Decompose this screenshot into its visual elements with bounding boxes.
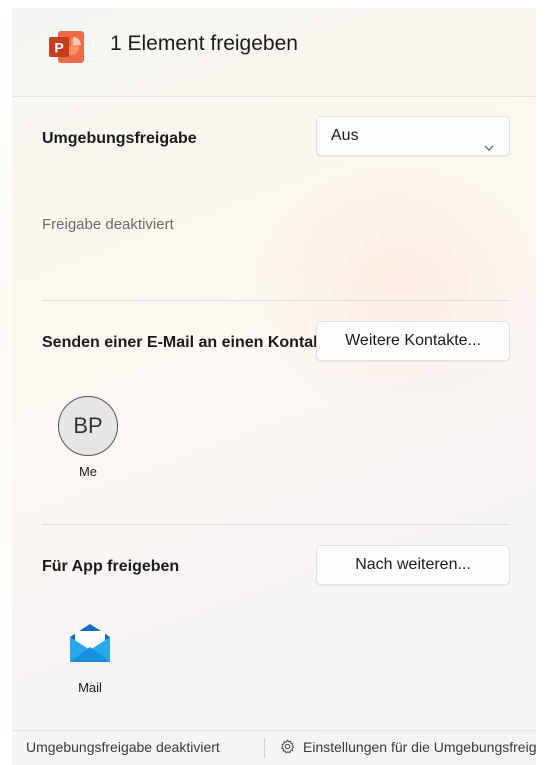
more-contacts-label: Weitere Kontakte... bbox=[345, 332, 481, 349]
contact-item[interactable]: BP Me bbox=[56, 396, 120, 479]
section-divider bbox=[42, 524, 510, 525]
nearby-sharing-value: Aus bbox=[331, 127, 359, 144]
nearby-sharing-status: Freigabe deaktiviert bbox=[42, 216, 174, 233]
find-more-apps-button[interactable]: Nach weiteren... bbox=[316, 545, 510, 585]
nearby-sharing-dropdown[interactable]: Aus bbox=[316, 116, 510, 156]
share-header: P 1 Element freigeben bbox=[12, 8, 536, 96]
header-divider bbox=[12, 96, 536, 97]
share-to-app-label: Für App freigeben bbox=[42, 558, 180, 575]
gear-icon bbox=[280, 739, 295, 757]
svg-text:P: P bbox=[54, 40, 63, 56]
avatar: BP bbox=[58, 396, 118, 456]
background-window-edge-left bbox=[0, 0, 12, 765]
powerpoint-icon: P bbox=[48, 30, 86, 64]
more-contacts-button[interactable]: Weitere Kontakte... bbox=[316, 321, 510, 361]
share-footer: Umgebungsfreigabe deaktiviert Einstellun… bbox=[12, 730, 536, 765]
footer-status: Umgebungsfreigabe deaktiviert bbox=[26, 739, 220, 755]
background-window-edge-right bbox=[536, 0, 547, 765]
nearby-sharing-label: Umgebungsfreigabe bbox=[42, 130, 197, 147]
section-divider bbox=[42, 300, 510, 301]
nearby-settings-label: Einstellungen für die Umgebungsfreigabe bbox=[303, 739, 536, 755]
background-glow bbox=[242, 158, 536, 418]
find-more-apps-label: Nach weiteren... bbox=[355, 556, 471, 573]
app-name: Mail bbox=[78, 680, 102, 695]
email-contact-label: Senden einer E-Mail an einen Kontakt bbox=[42, 334, 328, 351]
chevron-down-icon bbox=[483, 131, 495, 151]
share-flyout: P 1 Element freigeben Umgebungsfreigabe … bbox=[12, 8, 536, 765]
nearby-settings-link[interactable]: Einstellungen für die Umgebungsfreigabe bbox=[280, 739, 536, 757]
share-title: 1 Element freigeben bbox=[110, 32, 298, 55]
footer-separator bbox=[264, 738, 265, 758]
contact-name: Me bbox=[78, 464, 98, 479]
app-item-mail[interactable]: Mail bbox=[62, 623, 118, 695]
mail-icon bbox=[68, 624, 112, 667]
